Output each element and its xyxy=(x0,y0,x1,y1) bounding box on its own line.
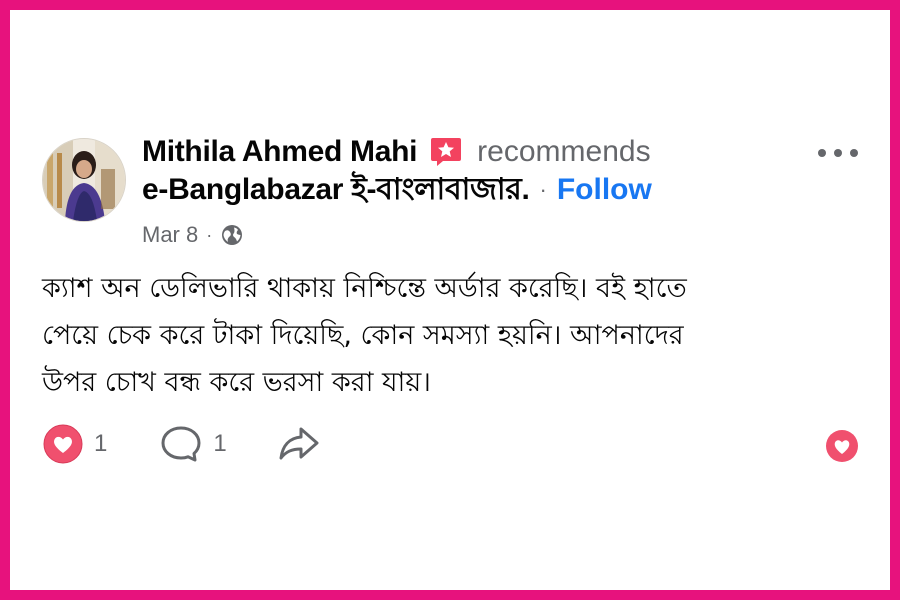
meta-separator: · xyxy=(206,224,213,245)
share-icon xyxy=(279,427,319,460)
follow-button[interactable]: Follow xyxy=(557,173,652,207)
review-card: Mithila Ahmed Mahi recommends e-Banglaba… xyxy=(10,10,890,590)
page-line: e-Banglabazar ই-বাংলাবাজার. · Follow xyxy=(142,170,652,210)
avatar[interactable] xyxy=(42,138,126,222)
post-date[interactable]: Mar 8 xyxy=(142,222,198,248)
post-meta: Mar 8 · xyxy=(142,220,244,250)
heart-reaction-icon xyxy=(43,424,83,464)
post-body-line: পেয়ে চেক করে টাকা দিয়েছি, কোন সমস্যা হ… xyxy=(42,320,684,351)
post-body-line: ক্যাশ অন ডেলিভারি থাকায় নিশ্চিন্তে অর্ড… xyxy=(42,273,687,304)
share-button[interactable] xyxy=(277,423,321,465)
page-name-link[interactable]: e-Banglabazar ই-বাংলাবাজার. xyxy=(142,165,530,216)
like-button[interactable]: 1 xyxy=(42,423,107,465)
globe-icon xyxy=(220,223,244,247)
react-button[interactable] xyxy=(824,428,860,464)
comment-count: 1 xyxy=(213,430,227,457)
separator-dot: · xyxy=(539,177,547,202)
more-options-button[interactable] xyxy=(816,142,860,164)
post-body-line: উপর চোখ বন্ধ করে ভরসা করা যায়। xyxy=(42,367,431,398)
like-count: 1 xyxy=(94,430,108,457)
post-body: ক্যাশ অন ডেলিভারি থাকায় নিশ্চিন্তে অর্ড… xyxy=(42,265,842,406)
comment-button[interactable]: 1 xyxy=(159,423,227,465)
action-bar: 1 1 xyxy=(42,422,321,466)
more-horizontal-icon xyxy=(818,149,858,157)
avatar-photo xyxy=(43,139,125,221)
heart-reaction-icon xyxy=(826,430,858,462)
comment-icon xyxy=(161,426,201,462)
